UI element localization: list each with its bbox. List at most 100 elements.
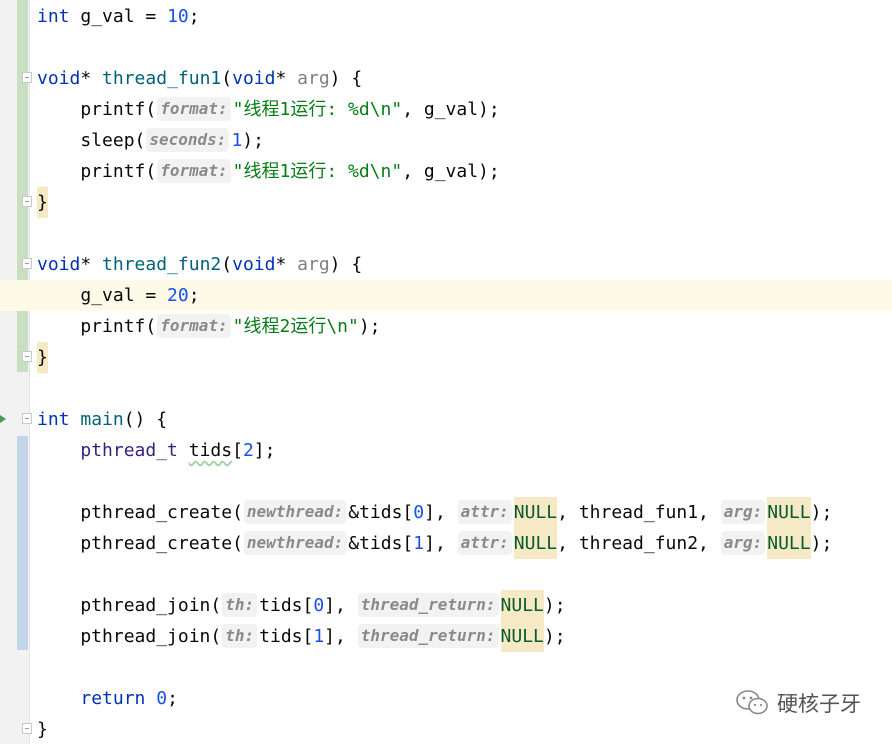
code-token: "线程1运行: %d\n" <box>232 161 403 182</box>
code-token: , g_val); <box>402 161 500 182</box>
code-token: printf( <box>37 316 157 337</box>
code-token: printf( <box>37 99 157 120</box>
fold-icon[interactable] <box>22 351 32 362</box>
code-token: 2 <box>242 440 254 461</box>
code-token: 10 <box>167 6 189 27</box>
code-token: ); <box>810 502 833 523</box>
code-token: * <box>275 254 298 275</box>
code-token: arg <box>297 254 330 275</box>
code-line[interactable]: sleep(seconds: 1); <box>0 125 892 156</box>
code-token: ); <box>543 595 566 616</box>
code-token: pthread_t <box>80 440 178 461</box>
fold-icon[interactable] <box>22 258 32 269</box>
code-line[interactable]: pthread_create(newthread: &tids[0], attr:… <box>0 497 892 528</box>
code-token: ) { <box>329 68 363 89</box>
code-token: &tids[ <box>348 533 414 554</box>
code-line[interactable]: } <box>0 714 892 745</box>
code-line[interactable]: pthread_join(th: tids[0], thread_return: N… <box>0 590 892 621</box>
code-token: "线程2运行\n" <box>232 316 359 337</box>
code-line[interactable] <box>0 652 892 683</box>
code-token: ); <box>810 533 833 554</box>
parameter-hint: format: <box>157 97 231 121</box>
code-line[interactable]: pthread_join(th: tids[1], thread_return: N… <box>0 621 892 652</box>
code-token: NULL <box>767 497 811 528</box>
code-token: pthread_join( <box>37 626 222 647</box>
code-token: pthread_create( <box>37 533 243 554</box>
parameter-hint: th: <box>222 593 258 617</box>
code-token: thread_fun1 <box>102 68 222 89</box>
code-token: void <box>37 254 81 275</box>
code-token: g_val = <box>37 285 168 306</box>
code-token: sleep( <box>37 130 146 151</box>
code-token: ; <box>167 688 178 709</box>
code-line[interactable] <box>0 559 892 590</box>
code-token: , g_val); <box>402 99 500 120</box>
code-token: arg <box>297 68 330 89</box>
watermark-text: 硬核子牙 <box>777 692 861 716</box>
code-line[interactable] <box>0 218 892 249</box>
code-line[interactable] <box>0 466 892 497</box>
code-token: [ <box>232 440 243 461</box>
code-token: 20 <box>167 285 189 306</box>
code-token: * <box>80 254 103 275</box>
code-line[interactable]: } <box>0 342 892 373</box>
code-line[interactable]: printf(format: "线程1运行: %d\n", g_val); <box>0 156 892 187</box>
code-token: 1 <box>313 626 325 647</box>
parameter-hint: arg: <box>720 500 766 524</box>
code-token: ], <box>424 502 457 523</box>
code-line[interactable]: int main() { <box>0 404 892 435</box>
parameter-hint: format: <box>157 159 231 183</box>
code-line[interactable]: printf(format: "线程1运行: %d\n", g_val); <box>0 94 892 125</box>
code-token: } <box>37 187 48 218</box>
code-token: () { <box>123 409 168 430</box>
code-token: tids <box>188 440 233 461</box>
code-token: NULL <box>767 528 811 559</box>
code-token: NULL <box>513 528 558 559</box>
parameter-hint: attr: <box>457 500 512 524</box>
code-token: printf( <box>37 161 157 182</box>
code-token: ( <box>221 68 233 89</box>
code-token: main <box>80 409 124 430</box>
parameter-hint: format: <box>157 314 231 338</box>
run-icon[interactable] <box>0 415 6 423</box>
code-token: return <box>80 688 146 709</box>
fold-icon[interactable] <box>22 723 32 734</box>
code-token: tids[ <box>259 626 314 647</box>
code-token: pthread_create( <box>37 502 243 523</box>
code-line[interactable]: pthread_create(newthread: &tids[1], attr:… <box>0 528 892 559</box>
code-line[interactable]: void* thread_fun2(void* arg) { <box>0 249 892 280</box>
code-line[interactable]: pthread_t tids[2]; <box>0 435 892 466</box>
fold-icon[interactable] <box>22 196 32 207</box>
wechat-icon <box>736 690 768 715</box>
code-line[interactable]: } <box>0 187 892 218</box>
code-token: ; <box>188 6 200 27</box>
fold-icon[interactable] <box>22 72 32 83</box>
code-line[interactable] <box>0 32 892 63</box>
code-token: void <box>232 68 276 89</box>
code-token: } <box>37 719 48 740</box>
code-token: "线程1运行: %d\n" <box>232 99 403 120</box>
code-line[interactable]: printf(format: "线程2运行\n"); <box>0 311 892 342</box>
code-token: ); <box>358 316 381 337</box>
code-editor[interactable]: int g_val = 10; void* thread_fun1(void* a… <box>0 1 892 745</box>
parameter-hint: seconds: <box>146 128 230 152</box>
code-line[interactable]: int g_val = 10; <box>0 1 892 32</box>
code-token: int <box>37 6 70 27</box>
code-line[interactable] <box>0 373 892 404</box>
code-token: NULL <box>500 590 544 621</box>
code-token: ); <box>543 626 566 647</box>
code-line[interactable]: void* thread_fun1(void* arg) { <box>0 63 892 94</box>
parameter-hint: attr: <box>457 531 512 555</box>
code-token: NULL <box>500 621 544 652</box>
parameter-hint: newthread: <box>243 500 347 524</box>
code-token: ); <box>242 130 264 151</box>
fold-icon[interactable] <box>22 413 32 424</box>
code-token: , thread_fun1, <box>557 502 720 523</box>
code-token: 0 <box>313 595 325 616</box>
parameter-hint: th: <box>222 624 258 648</box>
code-token: ], <box>324 595 357 616</box>
code-token: ], <box>324 626 357 647</box>
code-token: 0 <box>156 688 168 709</box>
code-line[interactable]: g_val = 20; <box>0 280 892 311</box>
